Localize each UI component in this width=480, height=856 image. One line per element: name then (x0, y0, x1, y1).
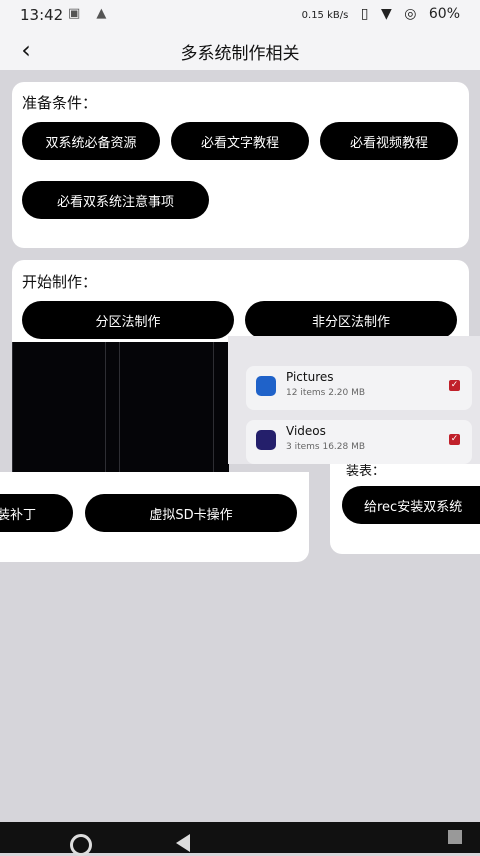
text-tutorial-button[interactable]: 必看文字教程 (171, 122, 309, 160)
battery-level: 60% (428, 6, 460, 22)
non-partition-method-button[interactable]: 非分区法制作 (245, 301, 457, 339)
file-list-fragment: Pictures 12 items 2.20 MB ✓ Videos 3 ite… (228, 336, 480, 464)
prepare-label: 准备条件： (22, 94, 98, 112)
status-time: 13:42 (20, 6, 64, 24)
start-label: 开始制作： (22, 273, 98, 291)
app-bar: ‹ 多系统制作相关 (0, 30, 480, 70)
dark-preview-panel (12, 342, 229, 472)
checkbox-checked-icon[interactable]: ✓ (449, 434, 460, 445)
pictures-folder-icon (256, 376, 276, 396)
rec-install-button[interactable]: 给rec安装双系统 (342, 486, 480, 524)
hotspot-icon: ◎ (404, 6, 417, 22)
virtual-sd-button[interactable]: 虚拟SD卡操作 (85, 494, 297, 532)
file-meta: 12 items 2.20 MB (286, 388, 366, 398)
file-meta: 3 items 16.28 MB (286, 442, 366, 452)
status-right: 0.15 kB/s ▯ ▼ ◎ 60% (294, 6, 460, 22)
partition-method-button[interactable]: 分区法制作 (22, 301, 234, 339)
file-name: Pictures (286, 370, 334, 384)
file-row-pictures[interactable]: Pictures 12 items 2.20 MB ✓ (246, 366, 472, 410)
video-tutorial-button[interactable]: 必看视频教程 (320, 122, 458, 160)
status-bar: 13:42 ▣ ▲ 0.15 kB/s ▯ ▼ ◎ 60% (0, 0, 480, 30)
net-speed: 0.15 kB/s (301, 10, 349, 21)
recents-icon[interactable] (448, 830, 462, 844)
page-title: 多系统制作相关 (180, 44, 300, 64)
dual-system-resources-button[interactable]: 双系统必备资源 (22, 122, 160, 160)
wifi-icon: ▼ (380, 6, 392, 22)
file-row-videos[interactable]: Videos 3 items 16.28 MB ✓ (246, 420, 472, 464)
patch-button-partial[interactable]: 装补丁 (0, 494, 73, 532)
videos-folder-icon (256, 430, 276, 450)
dual-system-notes-button[interactable]: 必看双系统注意事项 (22, 181, 209, 219)
back-triangle-icon[interactable] (176, 834, 190, 852)
status-notification-icons: ▣ ▲ (68, 6, 113, 21)
checkbox-checked-icon[interactable]: ✓ (449, 380, 460, 391)
vibrate-icon: ▯ (360, 6, 369, 22)
file-name: Videos (286, 424, 326, 438)
